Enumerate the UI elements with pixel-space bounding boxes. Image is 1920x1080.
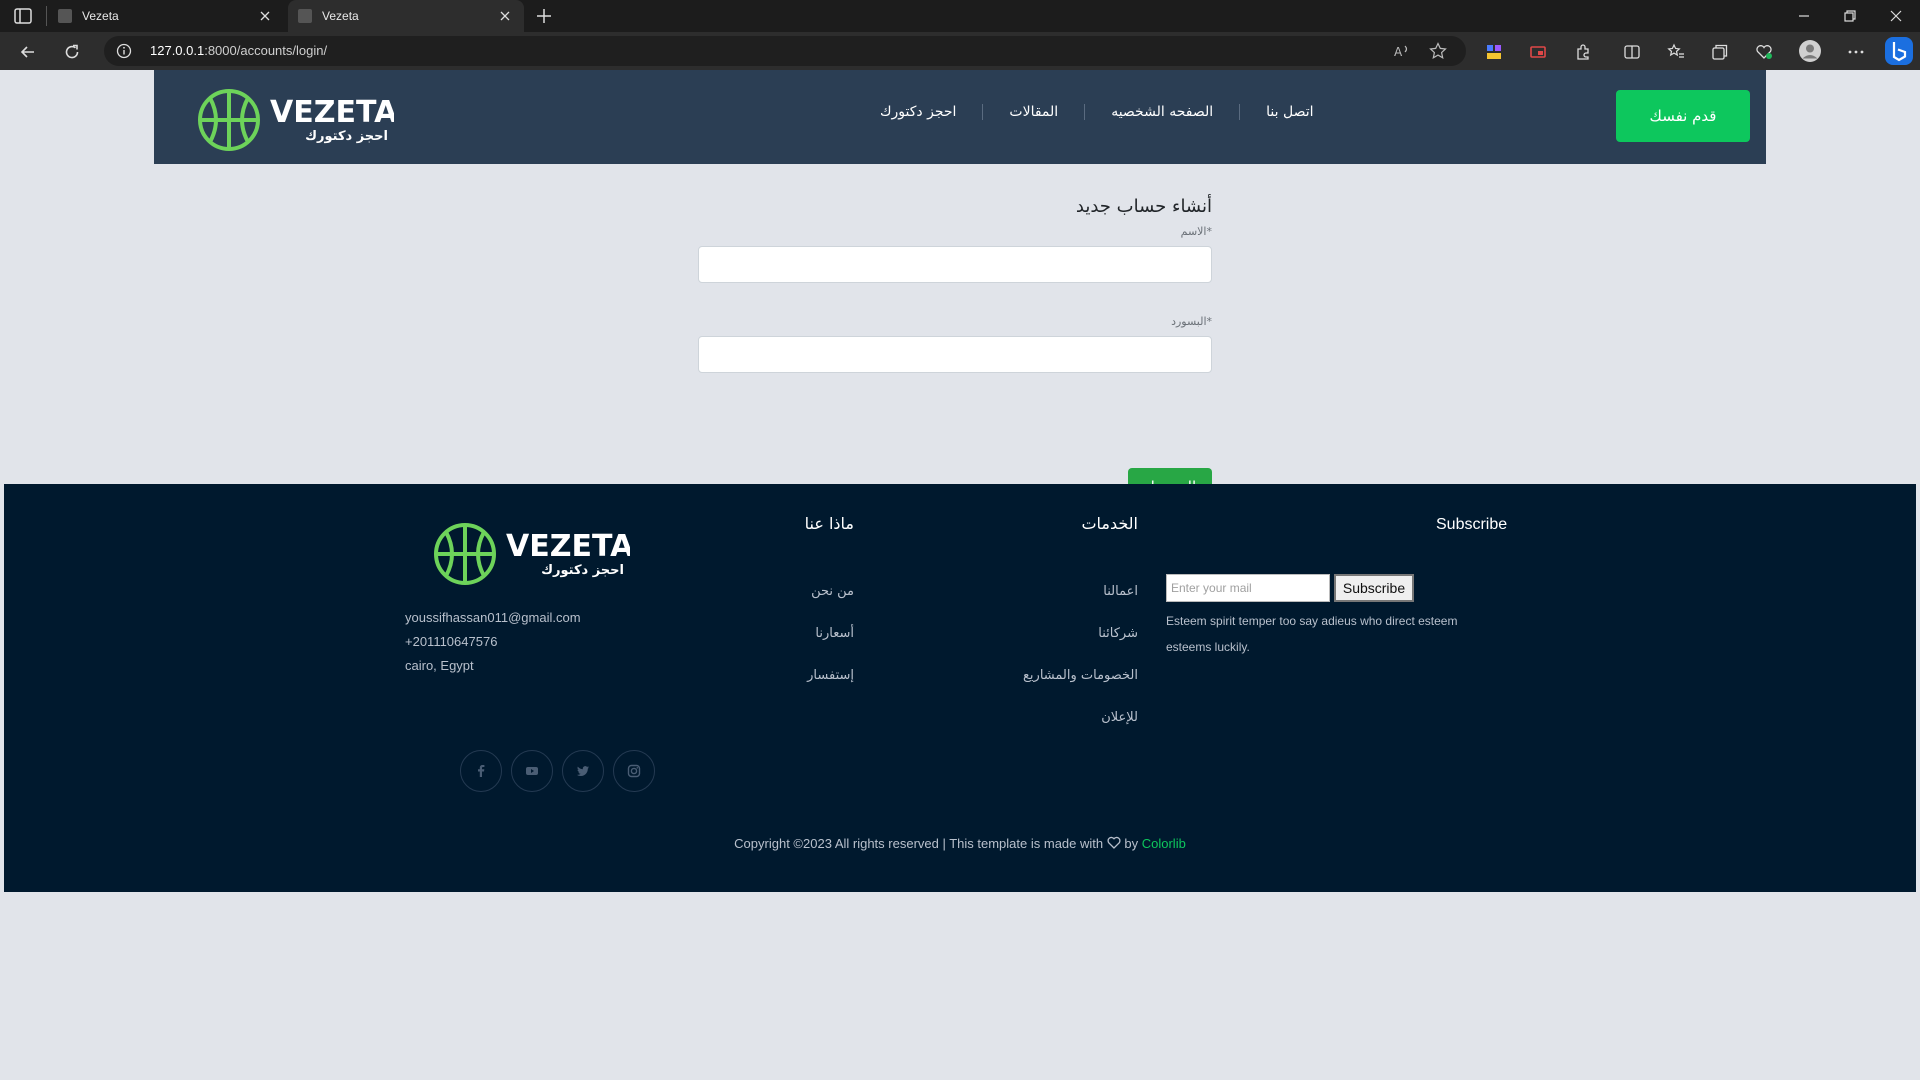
basketball-icon [434, 523, 496, 585]
colorlib-link[interactable]: Colorlib [1142, 836, 1186, 851]
tab-actions-icon[interactable] [14, 8, 32, 24]
nav-divider [1239, 104, 1241, 120]
browser-toolbar: 127.0.0.1:8000/accounts/login/ A [0, 32, 1920, 70]
back-arrow-icon[interactable] [18, 42, 38, 62]
minimize-icon[interactable] [1794, 6, 1814, 26]
about-link-who-we-are[interactable]: من نحن [704, 584, 854, 599]
new-tab-icon[interactable] [534, 6, 554, 26]
bing-copilot-icon[interactable] [1884, 36, 1914, 66]
nav-link-book-doctor[interactable]: احجز دكتورك [854, 104, 982, 120]
services-link-works[interactable]: اعمالنا [938, 584, 1138, 599]
browser-tab-1[interactable]: Vezeta [48, 0, 284, 32]
services-heading: الخدمات [1081, 514, 1138, 533]
favorites-list-icon[interactable] [1666, 42, 1686, 62]
twitter-icon[interactable] [562, 750, 604, 792]
password-input[interactable] [698, 336, 1212, 373]
extensions-puzzle-icon[interactable] [1574, 42, 1594, 62]
main-nav: اتصل بنا الصفحه الشخصيه المقالات احجز دك… [854, 104, 1340, 120]
page-viewport: VEZETA احجز دكتورك اتصل بنا الصفحه الشخص… [4, 70, 1916, 1076]
about-link-inquiry[interactable]: إستفسار [704, 668, 854, 683]
about-heading: ماذا عنا [804, 514, 854, 533]
subscribe-email-input[interactable] [1166, 574, 1330, 602]
close-window-icon[interactable] [1886, 6, 1906, 26]
restore-icon[interactable] [1840, 6, 1860, 26]
contact-email[interactable]: youssifhassan011@gmail.com [405, 610, 581, 625]
site-info-icon[interactable] [116, 43, 132, 59]
favicon-icon [58, 9, 72, 23]
about-link-pricing[interactable]: أسعارنا [704, 626, 854, 641]
signup-form: أنشاء حساب جديد الاسم* البسورد* التسجيل [698, 196, 1212, 505]
basketball-icon [198, 89, 260, 151]
favicon-icon [298, 9, 312, 23]
profile-avatar-icon[interactable] [1798, 39, 1822, 63]
tab-divider [46, 6, 47, 26]
youtube-icon[interactable] [511, 750, 553, 792]
join-button[interactable]: قدم نفسك [1616, 90, 1750, 142]
services-link-advertise[interactable]: للإعلان [938, 710, 1138, 725]
url-host: 127.0.0.1 [150, 43, 205, 58]
url-text: 127.0.0.1:8000/accounts/login/ [150, 43, 327, 58]
svg-text:A: A [1394, 45, 1403, 59]
contact-address: cairo, Egypt [405, 658, 474, 673]
contact-phone[interactable]: +201110647576 [405, 634, 497, 649]
logo-tagline: احجز دكتورك [541, 563, 624, 578]
refresh-icon[interactable] [62, 42, 82, 62]
close-icon[interactable] [258, 9, 272, 23]
browser-tab-2-active[interactable]: Vezeta [288, 0, 524, 32]
extension-color-icon[interactable] [1484, 42, 1504, 62]
logo-tagline: احجز دكتورك [305, 129, 388, 144]
browser-tab-bar: Vezeta Vezeta [0, 0, 1920, 32]
browser-essentials-icon[interactable] [1754, 42, 1774, 62]
facebook-icon[interactable] [460, 750, 502, 792]
copyright-text: Copyright ©2023 All rights reserved | Th… [734, 836, 1104, 851]
site-footer: VEZETA احجز دكتورك youssifhassan011@gmai… [4, 484, 1916, 892]
subscribe-button[interactable]: Subscribe [1334, 574, 1414, 602]
password-label: البسورد* [698, 315, 1212, 328]
read-aloud-icon[interactable]: A [1392, 41, 1412, 61]
nav-divider [982, 104, 984, 120]
tab-title: Vezeta [82, 9, 119, 23]
nav-divider [1084, 104, 1086, 120]
split-screen-icon[interactable] [1622, 42, 1642, 62]
services-link-discounts[interactable]: الخصومات والمشاريع [938, 668, 1138, 683]
name-label: الاسم* [698, 225, 1212, 238]
heart-icon [1107, 836, 1121, 849]
collections-icon[interactable] [1710, 42, 1730, 62]
vezeta-logo[interactable]: VEZETA احجز دكتورك [198, 88, 394, 152]
nav-link-contact[interactable]: اتصل بنا [1240, 104, 1339, 120]
close-icon[interactable] [498, 9, 512, 23]
required-mark: * [1206, 225, 1213, 238]
social-links [460, 750, 664, 792]
nav-link-profile[interactable]: الصفحه الشخصيه [1085, 104, 1239, 120]
url-path: :8000/accounts/login/ [204, 43, 328, 58]
name-label-text: الاسم [1180, 225, 1207, 238]
more-options-icon[interactable] [1846, 42, 1866, 62]
copyright-by: by [1124, 836, 1139, 851]
screen-cast-icon[interactable] [1528, 42, 1548, 62]
logo-wordmark: VEZETA [270, 95, 394, 130]
favorite-star-icon[interactable] [1428, 41, 1448, 61]
address-bar[interactable]: 127.0.0.1:8000/accounts/login/ A [104, 36, 1466, 66]
copyright-line: Copyright ©2023 All rights reserved | Th… [4, 836, 1916, 851]
logo-wordmark: VEZETA [506, 529, 630, 564]
form-title: أنشاء حساب جديد [1075, 196, 1212, 217]
footer-vezeta-logo[interactable]: VEZETA احجز دكتورك [434, 522, 630, 586]
nav-link-articles[interactable]: المقالات [983, 104, 1084, 120]
tab-title: Vezeta [322, 9, 359, 23]
required-mark: * [1206, 315, 1213, 328]
site-header: VEZETA احجز دكتورك اتصل بنا الصفحه الشخص… [154, 70, 1766, 164]
name-input[interactable] [698, 246, 1212, 283]
password-label-text: البسورد [1171, 315, 1207, 328]
subscribe-heading: Subscribe [1436, 516, 1508, 533]
subscribe-description: Esteem spirit temper too say adieus who … [1166, 614, 1458, 654]
services-link-partners[interactable]: شركائنا [938, 626, 1138, 641]
instagram-icon[interactable] [613, 750, 655, 792]
